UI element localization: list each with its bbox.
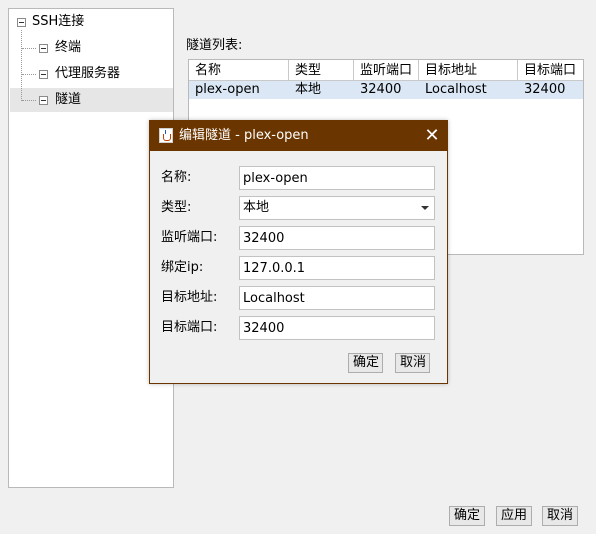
tree-connector xyxy=(22,74,36,75)
tree-node-label: 代理服务器 xyxy=(55,66,121,81)
column-header-target-port[interactable]: 目标端口 xyxy=(518,60,583,81)
table-cell: 本地 xyxy=(295,82,322,97)
dialog-titlebar[interactable]: 编辑隧道 - plex-open ✕ xyxy=(150,121,447,151)
table-cell: 32400 xyxy=(360,82,402,97)
bind-ip-input[interactable] xyxy=(239,256,435,280)
java-app-icon xyxy=(159,128,173,143)
dialog-title: 编辑隧道 - plex-open xyxy=(179,128,309,143)
tree-node-label: 隧道 xyxy=(55,92,82,107)
edit-tunnel-dialog: 编辑隧道 - plex-open ✕ 名称: 类型: 本地 监听端口: 绑定ip… xyxy=(149,120,448,384)
close-icon[interactable]: ✕ xyxy=(422,126,442,146)
column-header-type[interactable]: 类型 xyxy=(289,60,354,81)
name-label: 名称: xyxy=(161,170,192,185)
column-header-target-host[interactable]: 目标地址 xyxy=(419,60,518,81)
tree-connector xyxy=(22,100,36,101)
type-label: 类型: xyxy=(161,200,192,215)
target-port-label: 目标端口: xyxy=(161,320,218,335)
tree-node-label: SSH连接 xyxy=(32,14,85,29)
target-host-input[interactable] xyxy=(239,286,435,310)
cancel-button[interactable]: 取消 xyxy=(542,506,578,526)
tunnel-list-label: 隧道列表: xyxy=(186,38,243,53)
apply-button[interactable]: 应用 xyxy=(496,506,532,526)
dialog-cancel-button[interactable]: 取消 xyxy=(395,353,430,373)
dialog-ok-button[interactable]: 确定 xyxy=(348,353,383,373)
collapse-icon[interactable] xyxy=(17,18,26,27)
listen-port-input[interactable] xyxy=(239,226,435,250)
tree-connector xyxy=(22,48,36,49)
target-host-label: 目标地址: xyxy=(161,290,218,305)
table-cell: 32400 xyxy=(524,82,566,97)
ok-button[interactable]: 确定 xyxy=(449,506,485,526)
bind-ip-label: 绑定ip: xyxy=(161,260,204,275)
listen-port-label: 监听端口: xyxy=(161,230,218,245)
target-port-input[interactable] xyxy=(239,316,435,340)
table-row[interactable]: plex-open 本地 32400 Localhost 32400 xyxy=(189,81,583,99)
tree-connector xyxy=(21,30,22,101)
chevron-down-icon xyxy=(421,206,429,210)
collapse-icon[interactable] xyxy=(39,70,48,79)
collapse-icon[interactable] xyxy=(39,44,48,53)
column-header-listen-port[interactable]: 监听端口 xyxy=(354,60,419,81)
type-select[interactable]: 本地 xyxy=(239,196,435,220)
column-header-name[interactable]: 名称 xyxy=(189,60,289,81)
table-cell: plex-open xyxy=(195,82,260,97)
table-cell: Localhost xyxy=(425,82,487,97)
tree-node-label: 终端 xyxy=(55,40,82,55)
collapse-icon[interactable] xyxy=(39,96,48,105)
name-input[interactable] xyxy=(239,166,435,190)
type-select-value: 本地 xyxy=(243,200,270,215)
